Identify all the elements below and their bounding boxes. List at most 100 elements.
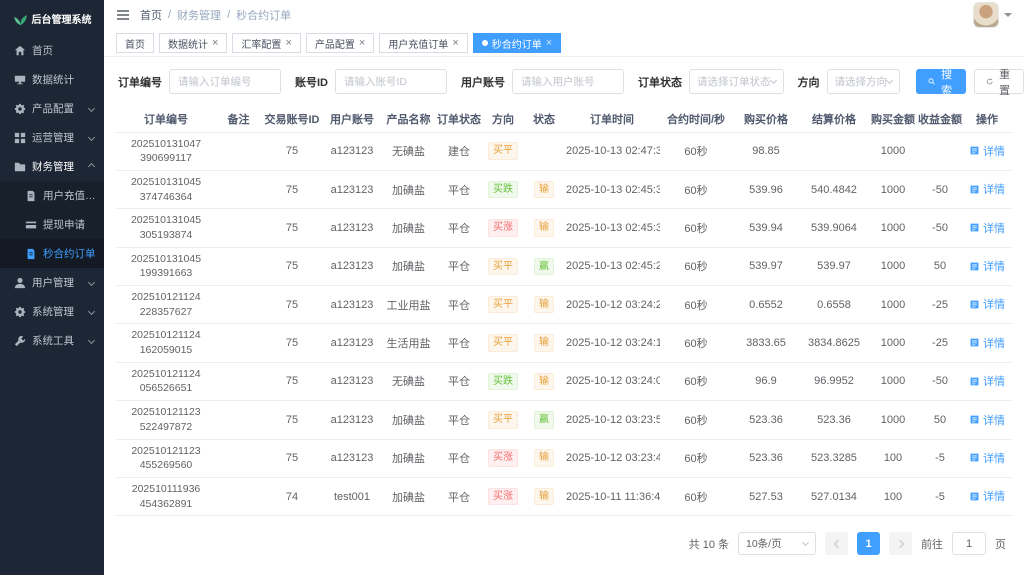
cell-position: 平仓 (436, 477, 482, 515)
orders-table: 订单编号备注交易账号ID用户账号产品名称订单状态方向状态订单时间合约时间/秒购买… (116, 106, 1012, 516)
detail-link[interactable]: 详情 (969, 488, 1005, 504)
cell-amount: 100 (868, 439, 918, 477)
order-no-line2: 305193874 (118, 228, 214, 243)
table-row: 20251011193645436289174test001加碘盐平仓买涨输20… (116, 477, 1012, 515)
breadcrumb-home[interactable]: 首页 (140, 7, 162, 23)
detail-link[interactable]: 详情 (969, 296, 1005, 312)
hamburger-menu-icon[interactable] (116, 9, 130, 21)
cell-order-no: 202510121123522497872 (116, 401, 216, 439)
next-page-button[interactable] (889, 532, 912, 555)
chevron-down-icon (886, 77, 893, 84)
direction-tag: 买跌 (488, 373, 518, 391)
direction-select[interactable]: 请选择方向 (827, 69, 901, 94)
table-row: 20251013104530519387475a123123加碘盐平仓买涨输20… (116, 209, 1012, 247)
tab-首页[interactable]: 首页 (116, 33, 154, 53)
detail-link[interactable]: 详情 (969, 143, 1005, 159)
search-button[interactable]: 搜索 (916, 69, 966, 94)
user-avatar-menu[interactable] (973, 2, 1012, 28)
close-icon[interactable]: × (212, 38, 218, 49)
detail-link[interactable]: 详情 (969, 258, 1005, 274)
cell-account-id: 75 (261, 439, 323, 477)
cell-user-account: a123123 (323, 286, 381, 324)
leaf-logo-icon (13, 11, 28, 26)
user-account-input[interactable] (512, 69, 624, 94)
detail-link[interactable]: 详情 (969, 450, 1005, 466)
cell-direction: 买平 (482, 324, 524, 362)
tab-秒合约订单[interactable]: 秒合约订单× (473, 33, 561, 53)
detail-link[interactable]: 详情 (969, 412, 1005, 428)
cell-position: 平仓 (436, 362, 482, 400)
tab-数据统计[interactable]: 数据统计× (159, 33, 227, 53)
cell-user-account: a123123 (323, 170, 381, 208)
cell-operation: 详情 (962, 247, 1012, 285)
table-row: 20251012112352249787275a123123加碘盐平仓买平赢20… (116, 401, 1012, 439)
sidebar-item-财务管理[interactable]: 财务管理 (0, 152, 104, 181)
cell-time: 2025-10-12 03:24:23 (564, 286, 660, 324)
order-no-line2: 390699117 (118, 151, 214, 166)
sidebar-item-系统工具[interactable]: 系统工具 (0, 326, 104, 355)
close-icon[interactable]: × (546, 38, 552, 49)
refresh-icon (986, 76, 993, 87)
prev-page-button[interactable] (825, 532, 848, 555)
sidebar-subitem-用户充值订单[interactable]: 用户充值订单 (0, 181, 104, 210)
sidebar-item-数据统计[interactable]: 数据统计 (0, 65, 104, 94)
detail-link[interactable]: 详情 (969, 335, 1005, 351)
result-tag: 输 (534, 296, 554, 314)
breadcrumb-finance: 财务管理 (177, 7, 221, 23)
submenu-财务管理: 用户充值订单提现申请秒合约订单 (0, 181, 104, 268)
app-title: 后台管理系统 (32, 11, 92, 26)
cell-settle-price: 540.4842 (800, 170, 868, 208)
cell-time: 2025-10-13 02:47:39 (564, 132, 660, 170)
order-no-line2: 454362891 (118, 497, 214, 512)
tab-汇率配置[interactable]: 汇率配置× (232, 33, 300, 53)
cell-remark (216, 286, 261, 324)
page-unit-label: 页 (995, 536, 1006, 552)
close-icon[interactable]: × (452, 38, 458, 49)
close-icon[interactable]: × (359, 38, 365, 49)
reset-button[interactable]: 重置 (974, 69, 1024, 94)
cell-direction: 买涨 (482, 209, 524, 247)
cell-duration: 60秒 (660, 286, 732, 324)
cell-result (524, 132, 564, 170)
table-row: 20251013104739069911775a123123无碘盐建仓买平202… (116, 132, 1012, 170)
cell-operation: 详情 (962, 401, 1012, 439)
cell-position: 平仓 (436, 439, 482, 477)
detail-link-label: 详情 (983, 258, 1005, 274)
sidebar-item-产品配置[interactable]: 产品配置 (0, 94, 104, 123)
cell-account-id: 75 (261, 132, 323, 170)
page-size-select[interactable]: 10条/页 (738, 532, 816, 555)
sidebar-item-首页[interactable]: 首页 (0, 36, 104, 65)
gear-icon (13, 102, 26, 115)
cell-operation: 详情 (962, 477, 1012, 515)
sidebar-subitem-秒合约订单[interactable]: 秒合约订单 (0, 239, 104, 268)
detail-link[interactable]: 详情 (969, 373, 1005, 389)
cell-buy-price: 539.94 (732, 209, 800, 247)
cell-time: 2025-10-12 03:24:06 (564, 362, 660, 400)
goto-page-input[interactable] (952, 532, 986, 555)
cell-duration: 60秒 (660, 439, 732, 477)
cell-result: 输 (524, 362, 564, 400)
sidebar-subitem-提现申请[interactable]: 提现申请 (0, 210, 104, 239)
cell-product: 无碘盐 (381, 362, 436, 400)
table-header-row: 订单编号备注交易账号ID用户账号产品名称订单状态方向状态订单时间合约时间/秒购买… (116, 106, 1012, 132)
sidebar-item-用户管理[interactable]: 用户管理 (0, 268, 104, 297)
detail-link[interactable]: 详情 (969, 181, 1005, 197)
sidebar-item-运营管理[interactable]: 运营管理 (0, 123, 104, 152)
order-no-line1: 202510131047 (118, 137, 214, 152)
close-icon[interactable]: × (285, 38, 291, 49)
order-no-input[interactable] (169, 69, 281, 94)
cell-profit: -5 (918, 439, 962, 477)
order-status-select[interactable]: 请选择订单状态 (689, 69, 784, 94)
tab-产品配置[interactable]: 产品配置× (306, 33, 374, 53)
avatar[interactable] (973, 2, 999, 28)
column-header-结算价格: 结算价格 (800, 106, 868, 132)
tab-用户充值订单[interactable]: 用户充值订单× (379, 33, 467, 53)
column-header-状态: 状态 (524, 106, 564, 132)
page-number-1[interactable]: 1 (857, 532, 880, 555)
cell-operation: 详情 (962, 209, 1012, 247)
account-id-input[interactable] (335, 69, 447, 94)
detail-link[interactable]: 详情 (969, 220, 1005, 236)
cell-order-no: 202510131047390699117 (116, 132, 216, 170)
sidebar-item-系统管理[interactable]: 系统管理 (0, 297, 104, 326)
cell-result: 输 (524, 170, 564, 208)
